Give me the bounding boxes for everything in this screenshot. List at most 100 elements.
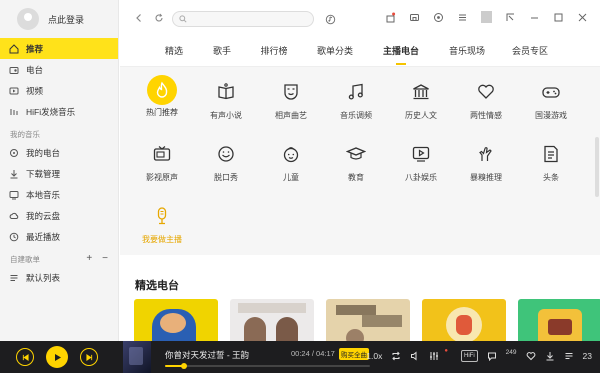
hifi-icon (8, 106, 20, 118)
song-title[interactable]: 你曾对天发过誓 - 王韵 (165, 349, 249, 361)
skin-icon[interactable] (409, 11, 420, 23)
notification-dot: ● (444, 348, 448, 354)
sidebar-item-local-music[interactable]: 本地音乐 (0, 184, 118, 205)
refresh-icon[interactable] (154, 12, 164, 26)
local-music-icon (8, 189, 20, 201)
my-music-title: 我的音乐 (10, 130, 40, 139)
speed-button[interactable]: 1.0x (366, 350, 382, 362)
category-headlines[interactable]: 头条 (521, 141, 581, 183)
sidebar-item-default-list[interactable]: 默认列表 (0, 267, 118, 288)
sidebar-item-label: 我的云盘 (26, 210, 61, 221)
menu-icon[interactable] (457, 11, 468, 23)
featured-radio-cards (134, 299, 600, 341)
category-become-anchor[interactable]: 我要做主播 (132, 203, 192, 245)
category-crosstalk[interactable]: 相声曲艺 (261, 79, 321, 121)
play-screen-icon (408, 141, 434, 167)
radio-card[interactable] (518, 299, 600, 341)
category-audiobook[interactable]: 有声小说 (196, 79, 256, 121)
comment-icon[interactable] (487, 350, 497, 362)
progress-bar[interactable] (165, 363, 370, 369)
sidebar-item-my-station[interactable]: 我的电台 (0, 142, 118, 163)
avatar[interactable] (17, 8, 39, 30)
mini-mode-icon[interactable] (505, 11, 516, 23)
hifi-quality-button[interactable]: HiFi (461, 350, 478, 362)
tab-charts[interactable]: 排行榜 (246, 44, 302, 64)
back-icon[interactable] (134, 12, 144, 26)
tab-anchor-radio[interactable]: 主播电台 (368, 44, 434, 65)
category-label: 历史人文 (405, 111, 437, 120)
tab-bar: 精选 歌手 排行榜 歌单分类 主播电台 音乐现场 会员专区 (150, 44, 600, 65)
category-hot[interactable]: 热门推荐 (132, 75, 192, 118)
equalizer-icon[interactable] (429, 350, 439, 362)
play-button[interactable] (46, 346, 68, 368)
cloud-icon (8, 210, 20, 222)
category-education[interactable]: 教育 (326, 141, 386, 183)
sidebar-item-download[interactable]: 下载管理 (0, 163, 118, 184)
toolbar-divider (481, 11, 492, 23)
graduation-cap-icon (343, 141, 369, 167)
category-mystery[interactable]: 暴糗推理 (456, 141, 516, 183)
settings-icon[interactable] (433, 11, 444, 23)
category-children[interactable]: 儿童 (261, 141, 321, 183)
login-label[interactable]: 点此登录 (48, 13, 84, 26)
close-icon[interactable] (577, 11, 588, 23)
minimize-icon[interactable] (529, 11, 540, 23)
category-history[interactable]: 历史人文 (391, 79, 451, 121)
playlist-title: 自建歌单 (10, 255, 40, 264)
comment-count: 249 (505, 348, 517, 356)
playlist-count[interactable]: 23 (583, 350, 592, 362)
maximize-icon[interactable] (553, 11, 564, 23)
album-cover[interactable] (123, 341, 151, 373)
tab-featured[interactable]: 精选 (150, 44, 198, 64)
search-input[interactable] (172, 11, 314, 27)
repeat-icon[interactable] (391, 350, 401, 362)
buy-full-song-badge[interactable]: 购买全曲 (339, 348, 369, 360)
tab-live-music[interactable]: 音乐现场 (434, 44, 500, 64)
category-soundtrack[interactable]: 影视原声 (132, 141, 192, 183)
tab-playlist-categories[interactable]: 歌单分类 (302, 44, 368, 64)
category-label: 我要做主播 (142, 235, 182, 244)
category-label: 儿童 (283, 173, 299, 182)
main-nav: 推荐 电台 视频 HiFi发烧音乐 (0, 38, 118, 122)
sidebar-item-cloud[interactable]: 我的云盘 (0, 205, 118, 226)
tab-vip-zone[interactable]: 会员专区 (500, 44, 560, 64)
category-anime-games[interactable]: 国漫游戏 (521, 79, 581, 121)
download-icon[interactable] (545, 350, 555, 362)
sidebar-item-recent[interactable]: 最近播放 (0, 226, 118, 247)
top-bar (120, 0, 600, 38)
download-icon (8, 168, 20, 180)
previous-button[interactable] (16, 348, 34, 366)
child-icon (278, 141, 304, 167)
add-playlist-button[interactable]: + (86, 253, 92, 267)
volume-icon[interactable] (410, 350, 420, 362)
collapse-playlist-button[interactable]: − (102, 253, 108, 267)
radio-card[interactable] (230, 299, 314, 341)
sidebar-item-radio[interactable]: 电台 (0, 59, 118, 80)
radio-card[interactable] (422, 299, 506, 341)
now-playing: 你曾对天发过誓 - 王韵 00:24 / 04:17 购买全曲 (165, 345, 370, 371)
category-gossip[interactable]: 八卦娱乐 (391, 141, 451, 183)
next-button[interactable] (80, 348, 98, 366)
login-area[interactable]: 点此登录 (0, 0, 118, 38)
radio-card[interactable] (134, 299, 218, 341)
like-icon[interactable] (526, 350, 536, 362)
sidebar-item-label: 我的电台 (26, 147, 61, 158)
scrollbar[interactable] (595, 137, 599, 197)
sidebar-item-recommend[interactable]: 推荐 (0, 38, 118, 59)
sidebar-item-label: 本地音乐 (26, 189, 61, 200)
category-talk-show[interactable]: 脱口秀 (196, 141, 256, 183)
category-label: 影视原声 (146, 173, 178, 182)
tv-icon (149, 141, 175, 167)
my-music-heading: 我的音乐 (0, 128, 118, 142)
radio-card[interactable] (326, 299, 410, 341)
category-emotion[interactable]: 两性情感 (456, 79, 516, 121)
progress-handle[interactable] (181, 363, 188, 369)
playlist-icon[interactable] (564, 350, 574, 362)
sidebar-item-video[interactable]: 视频 (0, 80, 118, 101)
category-label: 八卦娱乐 (405, 173, 437, 182)
music-recognize-icon[interactable] (324, 13, 336, 25)
sidebar-item-hifi[interactable]: HiFi发烧音乐 (0, 101, 118, 122)
vip-gift-icon[interactable] (385, 11, 396, 23)
category-music-fm[interactable]: 音乐调频 (326, 79, 386, 121)
tab-singers[interactable]: 歌手 (198, 44, 246, 64)
